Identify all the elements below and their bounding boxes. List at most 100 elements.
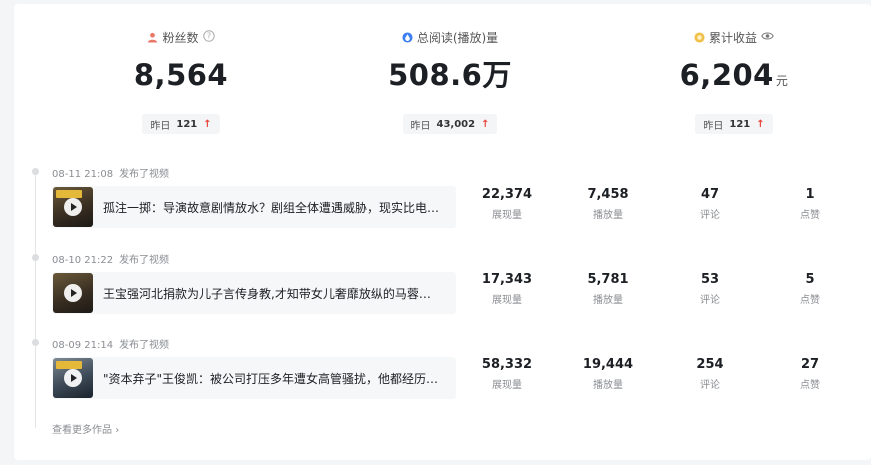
coin-icon	[694, 31, 705, 43]
metric-label: 评论	[700, 295, 720, 306]
chevron-right-icon: ›	[115, 425, 120, 436]
dashboard-card: 粉丝数 ? 8,564 昨日 121 ↑ 总阅读(播放)量 508.6万 昨日 …	[14, 4, 871, 460]
timeline-dot	[32, 339, 39, 346]
metric-value: 53	[700, 272, 720, 287]
metric-label: 播放量	[593, 295, 623, 306]
stat-reads-label-row: 总阅读(播放)量	[350, 28, 550, 46]
metric-impressions: 22,374 展现量	[462, 187, 552, 221]
yesterday-value: 121	[729, 118, 751, 130]
help-icon[interactable]: ?	[202, 29, 215, 45]
stat-fans-number: 8,564	[133, 58, 229, 92]
play-icon[interactable]	[64, 198, 82, 216]
work-title[interactable]: "资本弃子"王俊凯：被公司打压多年遭女高管骚扰，他都经历…	[103, 370, 441, 387]
work-date: 08-11 21:08	[52, 169, 114, 180]
metric-value: 5	[805, 272, 815, 287]
stat-reads-yesterday: 昨日 43,002 ↑	[402, 114, 498, 134]
stat-earnings-value: 6,204 元	[634, 56, 834, 94]
stat-earnings-unit: 元	[775, 74, 789, 88]
video-thumbnail[interactable]	[53, 358, 93, 398]
video-thumbnail[interactable]	[53, 273, 93, 313]
work-action: 发布了视频	[119, 169, 170, 180]
work-item[interactable]: 孤注一掷：导演故意剧情放水？剧组全体遭遇威胁，现实比电…	[52, 186, 456, 228]
person-icon	[148, 32, 158, 43]
work-item[interactable]: 王宝强河北捐款为儿子言传身教,才知带女儿奢靡放纵的马蓉多…	[52, 272, 456, 314]
trend-up-icon: ↑	[756, 118, 765, 130]
metric-plays: 5,781 播放量	[563, 272, 653, 306]
metric-label: 评论	[700, 380, 720, 391]
stat-fans-label: 粉丝数	[162, 30, 199, 45]
stat-reads-label: 总阅读(播放)量	[416, 30, 499, 45]
metric-label: 展现量	[492, 380, 522, 391]
timeline-line	[35, 172, 36, 428]
stat-fans-label-row: 粉丝数 ?	[81, 28, 281, 46]
stat-fans: 粉丝数 ? 8,564 昨日 121 ↑	[81, 28, 281, 134]
yesterday-label: 昨日	[703, 120, 724, 132]
timeline-dot	[32, 254, 39, 261]
metric-likes: 27 点赞	[765, 357, 855, 391]
metric-value: 22,374	[481, 187, 533, 202]
yesterday-label: 昨日	[150, 120, 171, 132]
metric-comments: 47 评论	[665, 187, 755, 221]
metric-comments: 254 评论	[665, 357, 755, 391]
metric-impressions: 58,332 展现量	[462, 357, 552, 391]
eye-icon[interactable]	[761, 31, 774, 44]
metric-label: 点赞	[800, 210, 820, 221]
work-action: 发布了视频	[119, 340, 170, 351]
work-date-row: 08-11 21:08 发布了视频	[52, 165, 169, 180]
stat-earnings-number: 6,204	[679, 58, 774, 92]
metric-label: 展现量	[492, 295, 522, 306]
work-date-row: 08-10 21:22 发布了视频	[52, 251, 169, 266]
view-more-label: 查看更多作品	[52, 425, 112, 436]
video-thumbnail[interactable]	[53, 187, 93, 227]
metric-value: 19,444	[582, 357, 634, 372]
metric-value: 5,781	[587, 272, 629, 287]
stat-earnings-yesterday: 昨日 121 ↑	[695, 114, 773, 134]
metric-plays: 7,458 播放量	[563, 187, 653, 221]
metric-label: 点赞	[800, 380, 820, 391]
metric-value: 1	[805, 187, 815, 202]
stat-fans-yesterday: 昨日 121 ↑	[142, 114, 220, 134]
yesterday-label: 昨日	[410, 120, 431, 132]
stat-earnings: 累计收益 6,204 元 昨日 121 ↑	[634, 28, 834, 134]
thumbnail-tag	[56, 361, 82, 369]
droplet-icon	[402, 31, 413, 43]
work-action: 发布了视频	[119, 255, 170, 266]
svg-text:?: ?	[206, 31, 210, 40]
metric-value: 7,458	[587, 187, 629, 202]
metric-value: 27	[800, 357, 820, 372]
timeline-dot	[32, 168, 39, 175]
trend-up-icon: ↑	[203, 118, 212, 130]
metric-value: 58,332	[481, 357, 533, 372]
metric-value: 254	[696, 357, 724, 372]
stat-reads-value: 508.6万	[350, 56, 550, 94]
stat-reads: 总阅读(播放)量 508.6万 昨日 43,002 ↑	[350, 28, 550, 134]
work-title[interactable]: 孤注一掷：导演故意剧情放水？剧组全体遭遇威胁，现实比电…	[103, 199, 441, 216]
play-icon[interactable]	[64, 369, 82, 387]
metric-label: 展现量	[492, 210, 522, 221]
work-date-row: 08-09 21:14 发布了视频	[52, 336, 169, 351]
stat-fans-value: 8,564	[81, 56, 281, 94]
metric-value: 47	[700, 187, 720, 202]
metric-label: 播放量	[593, 380, 623, 391]
metric-label: 播放量	[593, 210, 623, 221]
metric-likes: 5 点赞	[765, 272, 855, 306]
metric-plays: 19,444 播放量	[563, 357, 653, 391]
metric-likes: 1 点赞	[765, 187, 855, 221]
metric-impressions: 17,343 展现量	[462, 272, 552, 306]
play-icon[interactable]	[64, 284, 82, 302]
work-title[interactable]: 王宝强河北捐款为儿子言传身教,才知带女儿奢靡放纵的马蓉多…	[103, 285, 441, 302]
stat-earnings-label: 累计收益	[708, 30, 757, 45]
work-item[interactable]: "资本弃子"王俊凯：被公司打压多年遭女高管骚扰，他都经历…	[52, 357, 456, 399]
view-more-works-link[interactable]: 查看更多作品 ›	[52, 421, 119, 436]
stat-reads-number: 508.6万	[388, 58, 512, 92]
metric-comments: 53 评论	[665, 272, 755, 306]
metric-value: 17,343	[481, 272, 533, 287]
work-date: 08-10 21:22	[52, 255, 114, 266]
yesterday-value: 43,002	[436, 118, 476, 130]
metric-label: 点赞	[800, 295, 820, 306]
work-date: 08-09 21:14	[52, 340, 114, 351]
metric-label: 评论	[700, 210, 720, 221]
thumbnail-tag	[56, 190, 82, 198]
yesterday-value: 121	[176, 118, 198, 130]
stat-earnings-label-row: 累计收益	[634, 28, 834, 46]
